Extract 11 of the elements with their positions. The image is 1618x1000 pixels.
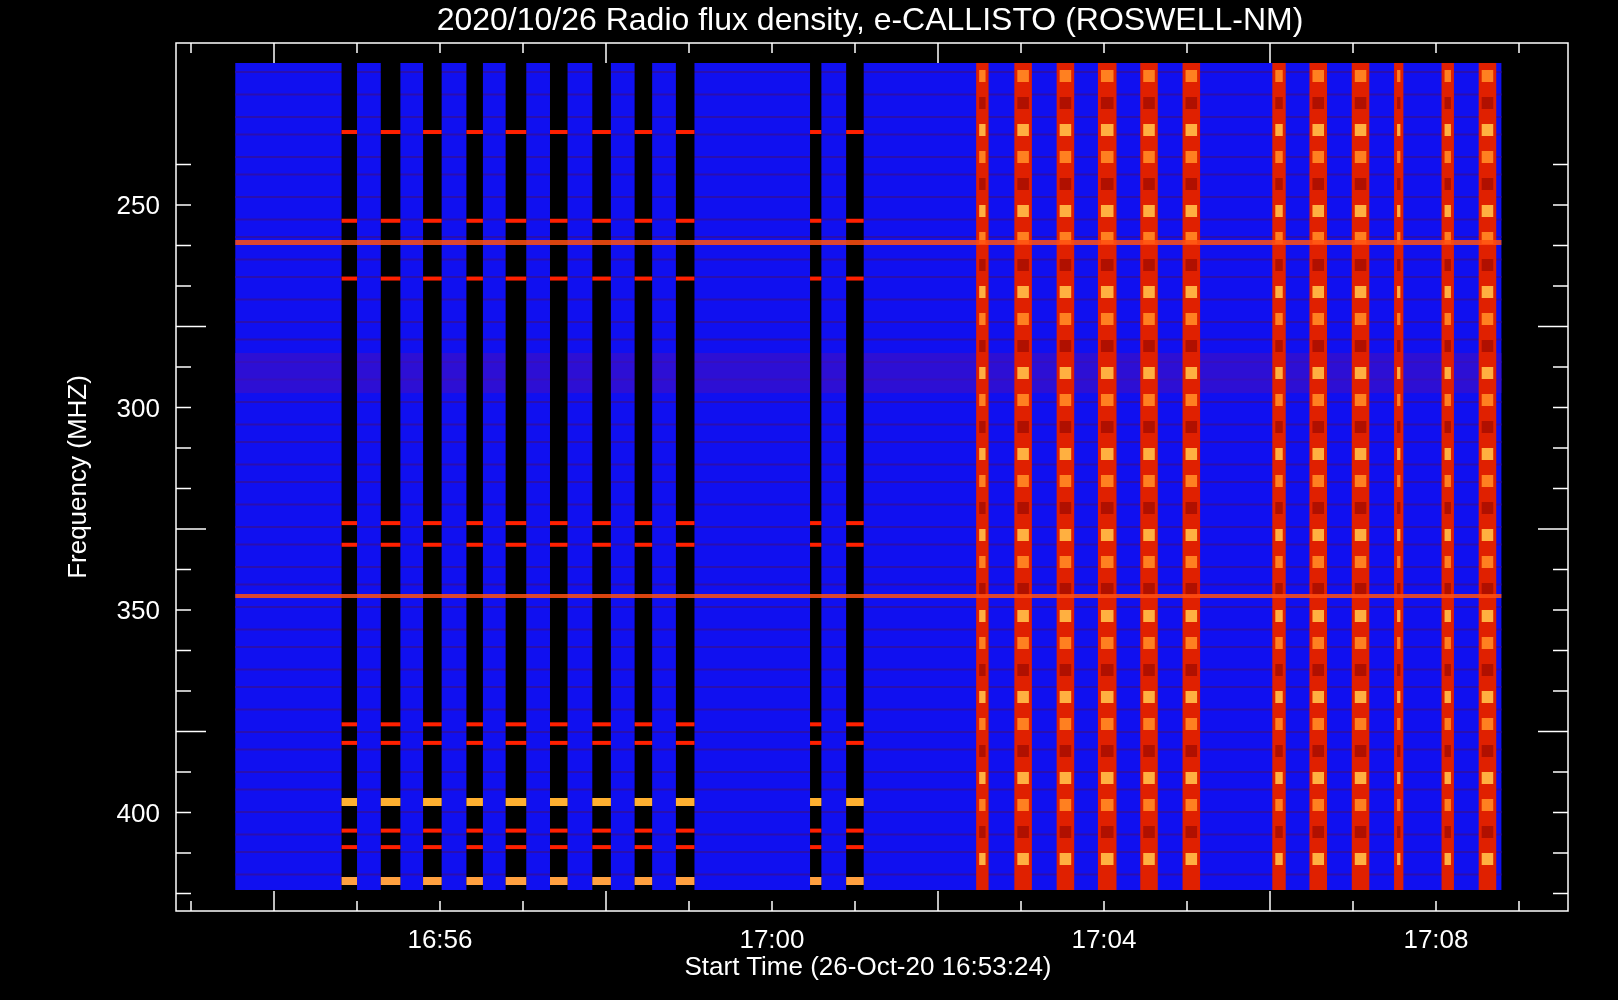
plot-title: 2020/10/26 Radio flux density, e-CALLISTO (ROSWELL-NM): [436, 1, 1304, 37]
tick-label: 300: [116, 392, 160, 423]
tick-label: 16:56: [407, 924, 473, 954]
tick-label: 350: [116, 595, 160, 625]
tick-label: 250: [116, 190, 160, 220]
tick-label: 17:00: [739, 924, 805, 954]
x-axis-label: Start Time (26-Oct-20 16:53:24): [684, 951, 1052, 981]
tick-label: 17:04: [1071, 924, 1137, 954]
tick-label: 400: [116, 797, 160, 828]
tick-label: 17:08: [1403, 924, 1469, 954]
y-axis-label: Frequency (MHZ): [62, 375, 92, 579]
